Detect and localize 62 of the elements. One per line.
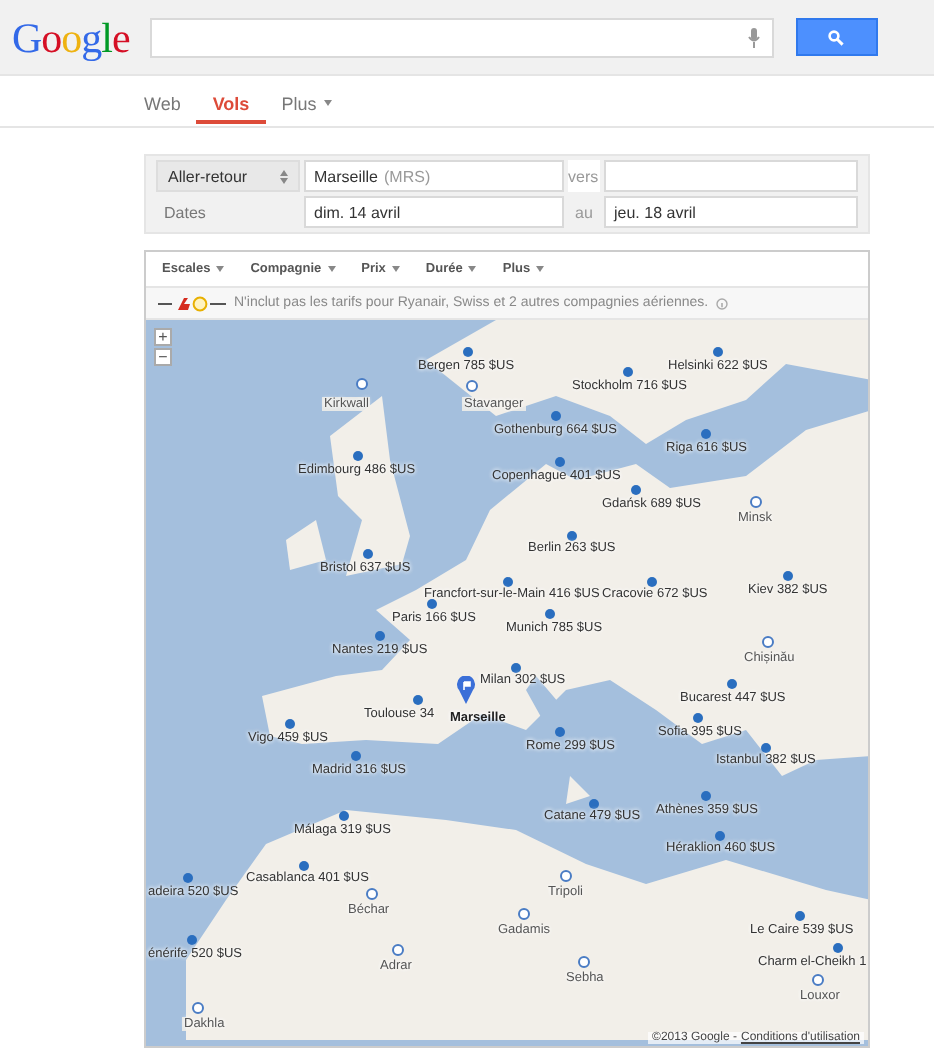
destination-dot[interactable]	[555, 457, 565, 467]
nav-tab[interactable]: Vols	[196, 86, 266, 124]
info-icon[interactable]	[716, 297, 729, 309]
departure-date-field[interactable]: dim. 14 avril	[304, 196, 564, 228]
destination-dot[interactable]	[701, 429, 711, 439]
destination-dot[interactable]	[701, 791, 711, 801]
nav-tab[interactable]: Plus	[265, 86, 349, 124]
destination-dot[interactable]	[375, 631, 385, 641]
destination-dot[interactable]	[503, 577, 513, 587]
airline-logos-icon	[158, 295, 226, 311]
destination-dot[interactable]	[299, 861, 309, 871]
caret-icon	[216, 266, 225, 272]
destination-dot[interactable]	[463, 347, 473, 357]
caret-icon	[391, 266, 400, 272]
destination-dot[interactable]	[551, 411, 561, 421]
destination-field[interactable]	[604, 160, 858, 192]
zoom-out-button[interactable]: −	[154, 348, 172, 366]
search-field[interactable]	[149, 17, 774, 57]
destination-dot[interactable]	[715, 831, 725, 841]
nav-tab[interactable]: Web	[144, 86, 197, 124]
updown-arrows-icon	[280, 169, 288, 183]
destination-dot[interactable]	[647, 577, 657, 587]
to-label: vers	[568, 160, 600, 192]
destination-dot[interactable]	[413, 695, 423, 705]
search-icon	[828, 29, 845, 45]
origin-field[interactable]: Marseille (MRS)	[304, 160, 564, 192]
microphone-icon[interactable]	[747, 27, 760, 47]
destination-dot[interactable]	[567, 531, 577, 541]
destination-dot[interactable]	[623, 367, 633, 377]
destination-dot[interactable]	[555, 727, 565, 737]
caret-icon	[468, 266, 477, 272]
destination-dot[interactable]	[339, 811, 349, 821]
destination-dot[interactable]	[713, 347, 723, 357]
destination-dot[interactable]	[511, 663, 521, 673]
caret-icon	[327, 266, 336, 272]
destination-dot[interactable]	[353, 451, 363, 461]
destination-dot[interactable]	[183, 873, 193, 883]
destination-dot[interactable]	[363, 549, 373, 559]
destination-dot[interactable]	[589, 799, 599, 809]
search-button[interactable]	[795, 18, 878, 56]
destination-dot[interactable]	[427, 599, 437, 609]
caret-icon	[324, 100, 333, 106]
destination-dot[interactable]	[795, 911, 805, 921]
destination-dot[interactable]	[693, 713, 703, 723]
return-date-field[interactable]: jeu. 18 avril	[604, 196, 858, 228]
destination-dot[interactable]	[351, 751, 361, 761]
destination-dot[interactable]	[761, 743, 771, 753]
airport-marker[interactable]	[356, 378, 368, 390]
caret-icon	[536, 266, 545, 272]
destination-dot[interactable]	[187, 935, 197, 945]
destination-dot[interactable]	[783, 571, 793, 581]
destination-dot[interactable]	[631, 485, 641, 495]
destination-dot[interactable]	[727, 679, 737, 689]
map-pin-icon[interactable]	[457, 676, 475, 704]
destination-dot[interactable]	[833, 943, 843, 953]
destination-dot[interactable]	[545, 609, 555, 619]
dates-label: Dates	[162, 201, 208, 225]
trip-type-select[interactable]: Aller-retour	[156, 160, 300, 192]
zoom-in-button[interactable]: +	[154, 328, 172, 346]
destination-dot[interactable]	[285, 719, 295, 729]
between-label: au	[573, 201, 595, 225]
google-logo[interactable]: Google	[8, 11, 134, 63]
